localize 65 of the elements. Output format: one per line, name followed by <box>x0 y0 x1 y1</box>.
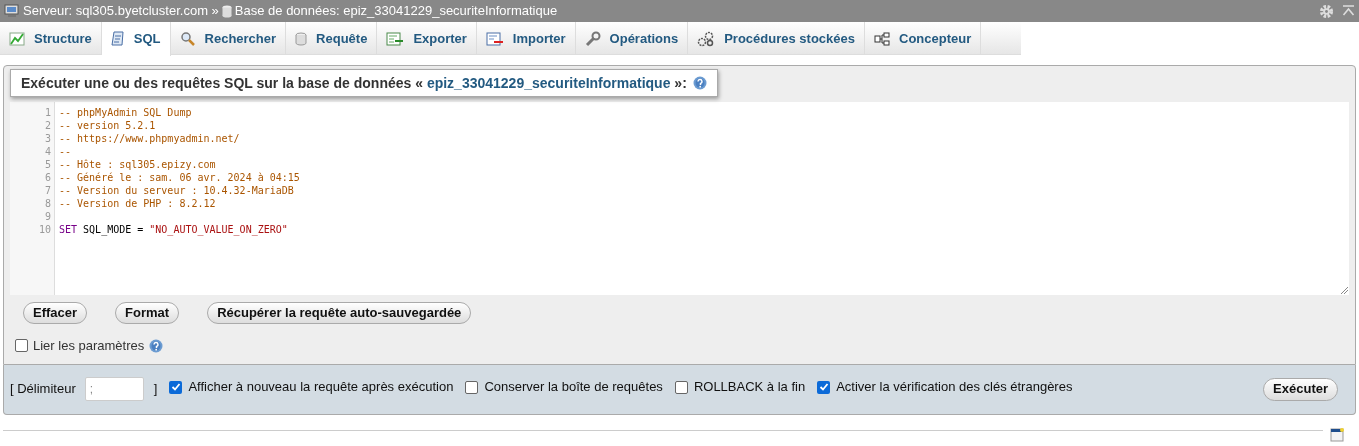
tab[interactable]: Requête <box>286 22 378 55</box>
tab[interactable]: Procédures stockées <box>688 22 865 55</box>
settings-icon[interactable] <box>1319 3 1334 19</box>
collapse-icon[interactable] <box>1342 5 1355 17</box>
checkbox-label[interactable]: Afficher à nouveau la requête après exécution <box>188 377 454 397</box>
checkbox[interactable] <box>169 380 183 394</box>
table-icon <box>485 31 504 46</box>
database-breadcrumb[interactable]: Base de données: epiz_33041229_securiteInformatique <box>234 1 558 21</box>
code-line: -- Version du serveur : 10.4.32-MariaDB <box>59 184 295 197</box>
line-number: 8 <box>43 197 51 210</box>
line-number: 9 <box>43 210 51 223</box>
database-link[interactable]: epiz_33041229_securiteInformatique <box>426 74 671 91</box>
code-line: -- Généré le : sam. 06 avr. 2024 à 04:15 <box>59 171 300 184</box>
line-number: 2 <box>43 119 51 132</box>
execute-button[interactable]: Exécuter <box>1263 377 1338 401</box>
delimiter-label: ] <box>153 380 158 399</box>
checkbox[interactable] <box>817 380 831 394</box>
line-number: 4 <box>43 145 51 158</box>
checkbox-label[interactable]: Conserver la boîte de requêtes <box>484 377 663 397</box>
help-icon[interactable] <box>149 338 164 353</box>
diagram-icon <box>874 31 890 46</box>
tab[interactable]: Exporter <box>377 22 477 55</box>
checkbox-label[interactable]: Activer la vérification des clés étrangères <box>836 377 1073 397</box>
action-button[interactable]: Effacer <box>23 302 88 324</box>
server-icon <box>4 4 20 18</box>
table-icon <box>386 31 405 46</box>
code-line: -- version 5.2.1 <box>59 119 157 132</box>
console-icon[interactable] <box>1330 428 1344 442</box>
checkbox[interactable] <box>15 339 28 353</box>
checkbox-label[interactable]: Lier les paramètres <box>33 336 145 356</box>
tab[interactable]: Opérations <box>575 22 689 55</box>
search-icon <box>179 30 196 47</box>
tab[interactable]: Importer <box>476 22 576 55</box>
tab[interactable]: Structure <box>0 22 102 55</box>
line-number: 5 <box>43 158 51 171</box>
code-line: SET SQL_MODE = "NO_AUTO_VALUE_ON_ZERO" <box>59 223 289 236</box>
line-number: 1 <box>43 106 51 119</box>
checkbox[interactable] <box>674 380 688 394</box>
checkbox-label[interactable]: ROLLBACK à la fin <box>693 377 806 397</box>
tab[interactable]: Concepteur <box>865 22 982 55</box>
checkbox[interactable] <box>465 380 479 394</box>
code-line: -- phpMyAdmin SQL Dump <box>59 106 193 119</box>
database-icon <box>295 31 308 46</box>
line-number: 3 <box>43 132 51 145</box>
code-line: -- <box>59 145 73 158</box>
scroll-icon <box>110 31 125 47</box>
resize-handle-icon[interactable] <box>1340 286 1348 294</box>
tab[interactable]: Rechercher <box>170 22 287 55</box>
action-button[interactable]: Format <box>115 302 180 324</box>
action-button[interactable]: Récupérer la requête auto-sauvegardée <box>207 302 472 324</box>
database-icon <box>221 4 232 18</box>
section-title: Exécuter une ou des requêtes SQL sur la base de données « epiz_33041229_securiteInformatique »: <box>21 73 687 93</box>
server-breadcrumb[interactable]: Serveur: sql305.byetcluster.com » <box>23 1 219 21</box>
tab[interactable]: SQL <box>101 22 171 56</box>
gears-icon <box>697 30 716 47</box>
line-number: 10 <box>37 223 51 236</box>
code-line: -- https://www.phpmyadmin.net/ <box>59 132 241 145</box>
delimiter-label: [ Délimiteur <box>10 380 76 399</box>
code-line: -- Hôte : sql305.epizy.com <box>59 158 217 171</box>
delimiter-field[interactable]: ; <box>84 377 144 401</box>
code-line: -- Version de PHP : 8.2.12 <box>59 197 217 210</box>
line-number: 7 <box>43 184 51 197</box>
chart-icon <box>9 31 25 46</box>
line-number: 6 <box>43 171 51 184</box>
help-icon[interactable] <box>692 76 707 90</box>
